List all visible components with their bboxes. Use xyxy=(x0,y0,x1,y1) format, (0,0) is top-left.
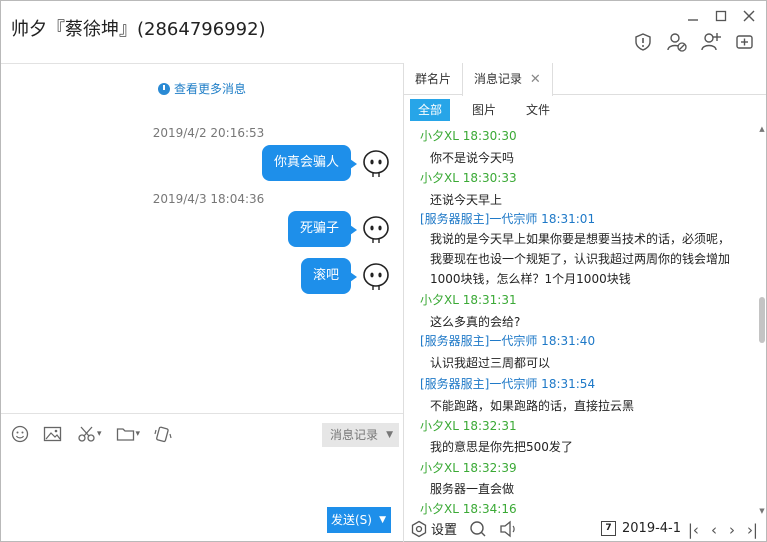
sender-line: 小夕XL 18:31:31 xyxy=(420,293,517,307)
settings-label: 设置 xyxy=(431,523,458,538)
message-text: 我说的是今天早上如果你要是想要当技术的话，必须呢，我要现在也设一个规矩了，认识我… xyxy=(430,232,731,286)
prev-page-icon[interactable]: ‹ xyxy=(711,521,717,539)
side-panel: 群名片 消息记录 ✕ 全部 图片 文件 小夕XL 18:30:30 你不是说今天… xyxy=(404,63,766,542)
speaker-icon[interactable] xyxy=(499,520,519,538)
sender-line: [服务器服主]一代宗师 18:31:54 xyxy=(420,377,596,391)
scissors-icon[interactable]: ▾ xyxy=(77,424,102,444)
window-title: 帅夕『蔡徐坤』(2864796992) xyxy=(11,19,266,40)
filter-images[interactable]: 图片 xyxy=(464,99,504,121)
calendar-icon: 7 xyxy=(601,521,617,536)
image-icon[interactable] xyxy=(43,424,63,444)
sender-line: [服务器服主]一代宗师 18:31:40 xyxy=(420,334,596,348)
message-bubble[interactable]: 死骗子 xyxy=(287,211,358,247)
history-log: 小夕XL 18:30:30 你不是说今天吗 小夕XL 18:30:33 还说今天… xyxy=(404,125,756,515)
avatar[interactable] xyxy=(361,148,391,178)
tab-group-card[interactable]: 群名片 xyxy=(404,63,462,95)
chevron-down-icon: ▼ xyxy=(386,430,393,440)
panel-tabs: 群名片 消息记录 ✕ xyxy=(404,63,766,96)
history-filters: 全部 图片 文件 xyxy=(410,99,558,121)
sender-line: [服务器服主]一代宗师 18:31:01 xyxy=(420,212,596,226)
window-controls xyxy=(684,7,758,25)
message-text: 我的意思是你先把500发了 xyxy=(430,440,573,454)
close-icon[interactable]: ✕ xyxy=(530,64,541,96)
emoji-icon[interactable] xyxy=(11,424,29,444)
message-text: 认识我超过三周都可以 xyxy=(430,356,551,370)
first-page-icon[interactable]: |‹ xyxy=(688,521,699,539)
scrollbar[interactable]: ▲ ▼ xyxy=(757,125,766,515)
message-text: 这么多真的会给? xyxy=(430,315,521,329)
settings-icon xyxy=(411,520,427,537)
chevron-down-icon[interactable]: ▾ xyxy=(136,429,141,439)
input-toolbar: ▾ ▾ xyxy=(11,424,172,444)
message-history-button[interactable]: 消息记录 ▼ xyxy=(322,423,399,447)
folder-icon[interactable]: ▾ xyxy=(116,424,141,444)
close-icon[interactable] xyxy=(740,7,758,25)
chat-window: 帅夕『蔡徐坤』(2864796992) 查看更多消息 2019/4/2 20:1… xyxy=(0,0,767,542)
message-row: 滚吧 xyxy=(300,258,391,294)
message-text: 服务器一直会做 xyxy=(430,482,515,496)
avatar[interactable] xyxy=(361,214,391,244)
tab-label: 群名片 xyxy=(415,72,452,86)
message-bubble[interactable]: 滚吧 xyxy=(300,258,358,294)
filter-all[interactable]: 全部 xyxy=(410,99,451,121)
search-icon[interactable] xyxy=(469,520,487,538)
send-button[interactable]: 发送(S) ▼ xyxy=(327,507,391,533)
sender-line: 小夕XL 18:34:16 xyxy=(420,502,517,515)
send-options-icon[interactable]: ▼ xyxy=(379,507,386,533)
filter-files[interactable]: 文件 xyxy=(518,99,558,121)
message-row: 死骗子 xyxy=(287,211,391,247)
title-bar: 帅夕『蔡徐坤』(2864796992) xyxy=(1,1,766,63)
scrollbar-thumb[interactable] xyxy=(759,297,765,343)
send-label: 发送(S) xyxy=(331,513,372,527)
chevron-down-icon[interactable]: ▾ xyxy=(97,429,102,439)
avatar[interactable] xyxy=(361,261,391,291)
tab-message-history[interactable]: 消息记录 ✕ xyxy=(462,63,553,96)
message-timestamp: 2019/4/3 18:04:36 xyxy=(152,192,265,206)
last-page-icon[interactable]: ›| xyxy=(747,521,758,539)
title-toolbar xyxy=(632,31,756,53)
sender-line: 小夕XL 18:32:39 xyxy=(420,461,517,475)
message-text: 不能跑路，如果跑路的话，直接拉云黑 xyxy=(430,399,635,413)
chat-history: 查看更多消息 2019/4/2 20:16:53 你真会骗人 2019/4/3 … xyxy=(1,63,403,413)
next-page-icon[interactable]: › xyxy=(729,521,735,539)
message-row: 你真会骗人 xyxy=(261,145,391,181)
scroll-up-icon[interactable]: ▲ xyxy=(758,125,766,133)
scroll-down-icon[interactable]: ▼ xyxy=(758,507,766,515)
shake-icon[interactable] xyxy=(154,424,172,444)
shield-icon[interactable] xyxy=(632,31,654,53)
settings-button[interactable]: 设置 xyxy=(410,519,457,538)
clock-icon xyxy=(157,82,170,95)
person-block-icon[interactable] xyxy=(666,31,688,53)
maximize-icon[interactable] xyxy=(712,7,730,25)
page-navigation: |‹ ‹ › ›| xyxy=(688,521,758,539)
date-picker[interactable]: 7 2019-4-1 xyxy=(601,521,681,536)
sender-line: 小夕XL 18:32:31 xyxy=(420,419,517,433)
more-messages-link[interactable]: 查看更多消息 xyxy=(1,80,403,97)
add-group-icon[interactable] xyxy=(734,31,756,53)
message-bubble[interactable]: 你真会骗人 xyxy=(261,145,358,181)
current-date: 2019-4-1 xyxy=(622,521,682,536)
tab-label: 消息记录 xyxy=(474,72,523,86)
sender-line: 小夕XL 18:30:30 xyxy=(420,129,517,143)
message-text: 还说今天早上 xyxy=(430,193,503,207)
message-text: 你不是说今天吗 xyxy=(430,151,515,165)
message-timestamp: 2019/4/2 20:16:53 xyxy=(152,126,265,140)
sender-line: 小夕XL 18:30:33 xyxy=(420,171,517,185)
add-person-icon[interactable] xyxy=(700,31,722,53)
more-messages-label: 查看更多消息 xyxy=(173,82,246,96)
history-bottom-bar: 设置 7 2019-4-1 |‹ ‹ › ›| xyxy=(404,515,766,542)
minimize-icon[interactable] xyxy=(684,7,702,25)
message-history-label: 消息记录 xyxy=(330,428,379,442)
input-area: ▾ ▾ 消息记录 ▼ 发送(S) ▼ xyxy=(1,413,403,542)
